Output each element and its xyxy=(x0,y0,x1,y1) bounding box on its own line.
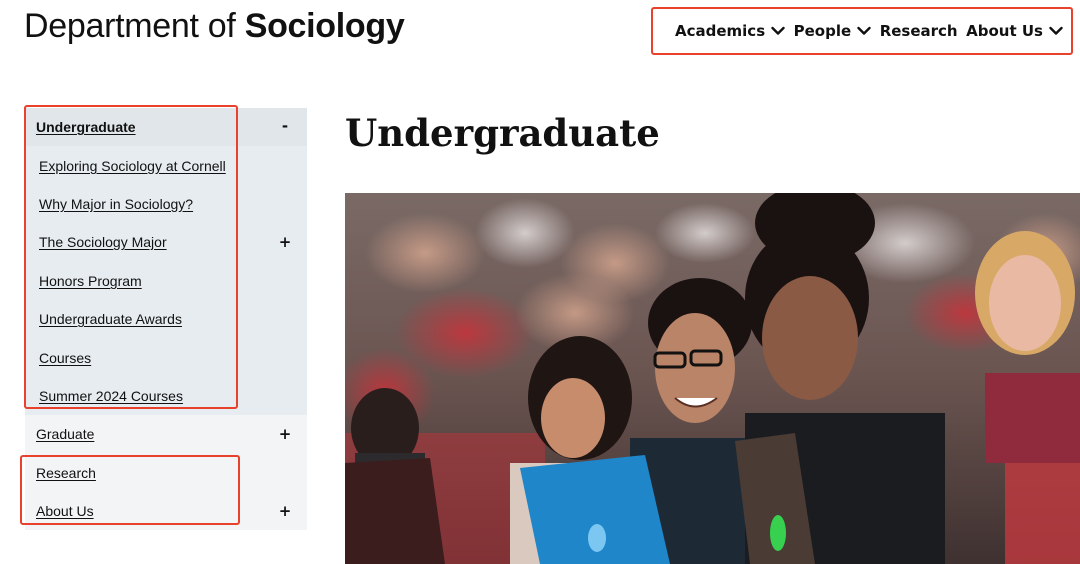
sidebar-item-why-major[interactable]: Why Major in Sociology? xyxy=(39,196,193,212)
sidebar-item-undergraduate-awards[interactable]: Undergraduate Awards xyxy=(39,311,182,327)
site-title[interactable]: Department of Sociology xyxy=(24,6,405,46)
nav-research[interactable]: Research xyxy=(880,22,958,40)
hero-image xyxy=(345,193,1080,564)
nav-academics[interactable]: Academics xyxy=(675,22,785,40)
sidebar-undergraduate-section xyxy=(25,108,307,415)
chevron-down-icon xyxy=(771,26,785,36)
sidebar-item-about-us[interactable]: About Us xyxy=(36,503,94,519)
sidebar-item-courses[interactable]: Courses xyxy=(39,350,91,366)
site-title-regular: Department of xyxy=(24,7,245,45)
site-title-bold: Sociology xyxy=(244,7,405,45)
expand-plus-icon[interactable]: + xyxy=(277,502,293,520)
sidebar-item-honors-program[interactable]: Honors Program xyxy=(39,273,142,289)
chevron-down-icon xyxy=(1049,26,1063,36)
sidebar-item-summer-courses[interactable]: Summer 2024 Courses xyxy=(39,388,183,404)
nav-people-label: People xyxy=(793,22,852,40)
sidebar-item-undergraduate[interactable]: Undergraduate xyxy=(36,119,136,135)
sidebar-item-sociology-major[interactable]: The Sociology Major xyxy=(39,234,167,250)
expand-plus-icon[interactable]: + xyxy=(277,425,293,443)
top-navigation: Academics People Research About Us xyxy=(651,7,1073,55)
nav-research-label: Research xyxy=(879,22,958,40)
lecture-hall-photo xyxy=(345,193,1080,564)
nav-people[interactable]: People xyxy=(794,22,872,40)
collapse-minus-icon[interactable]: - xyxy=(277,117,293,135)
expand-plus-icon[interactable]: + xyxy=(277,233,293,251)
nav-about-us-label: About Us xyxy=(966,22,1043,40)
chevron-down-icon xyxy=(857,26,871,36)
sidebar-item-graduate[interactable]: Graduate xyxy=(36,426,94,442)
sidebar-item-research[interactable]: Research xyxy=(36,465,96,481)
section-sidebar: Undergraduate - Exploring Sociology at C… xyxy=(25,108,307,530)
nav-about-us[interactable]: About Us xyxy=(966,22,1063,40)
page-title: Undergraduate xyxy=(345,111,660,155)
nav-academics-label: Academics xyxy=(675,22,766,40)
sidebar-item-exploring-sociology[interactable]: Exploring Sociology at Cornell xyxy=(39,158,226,174)
